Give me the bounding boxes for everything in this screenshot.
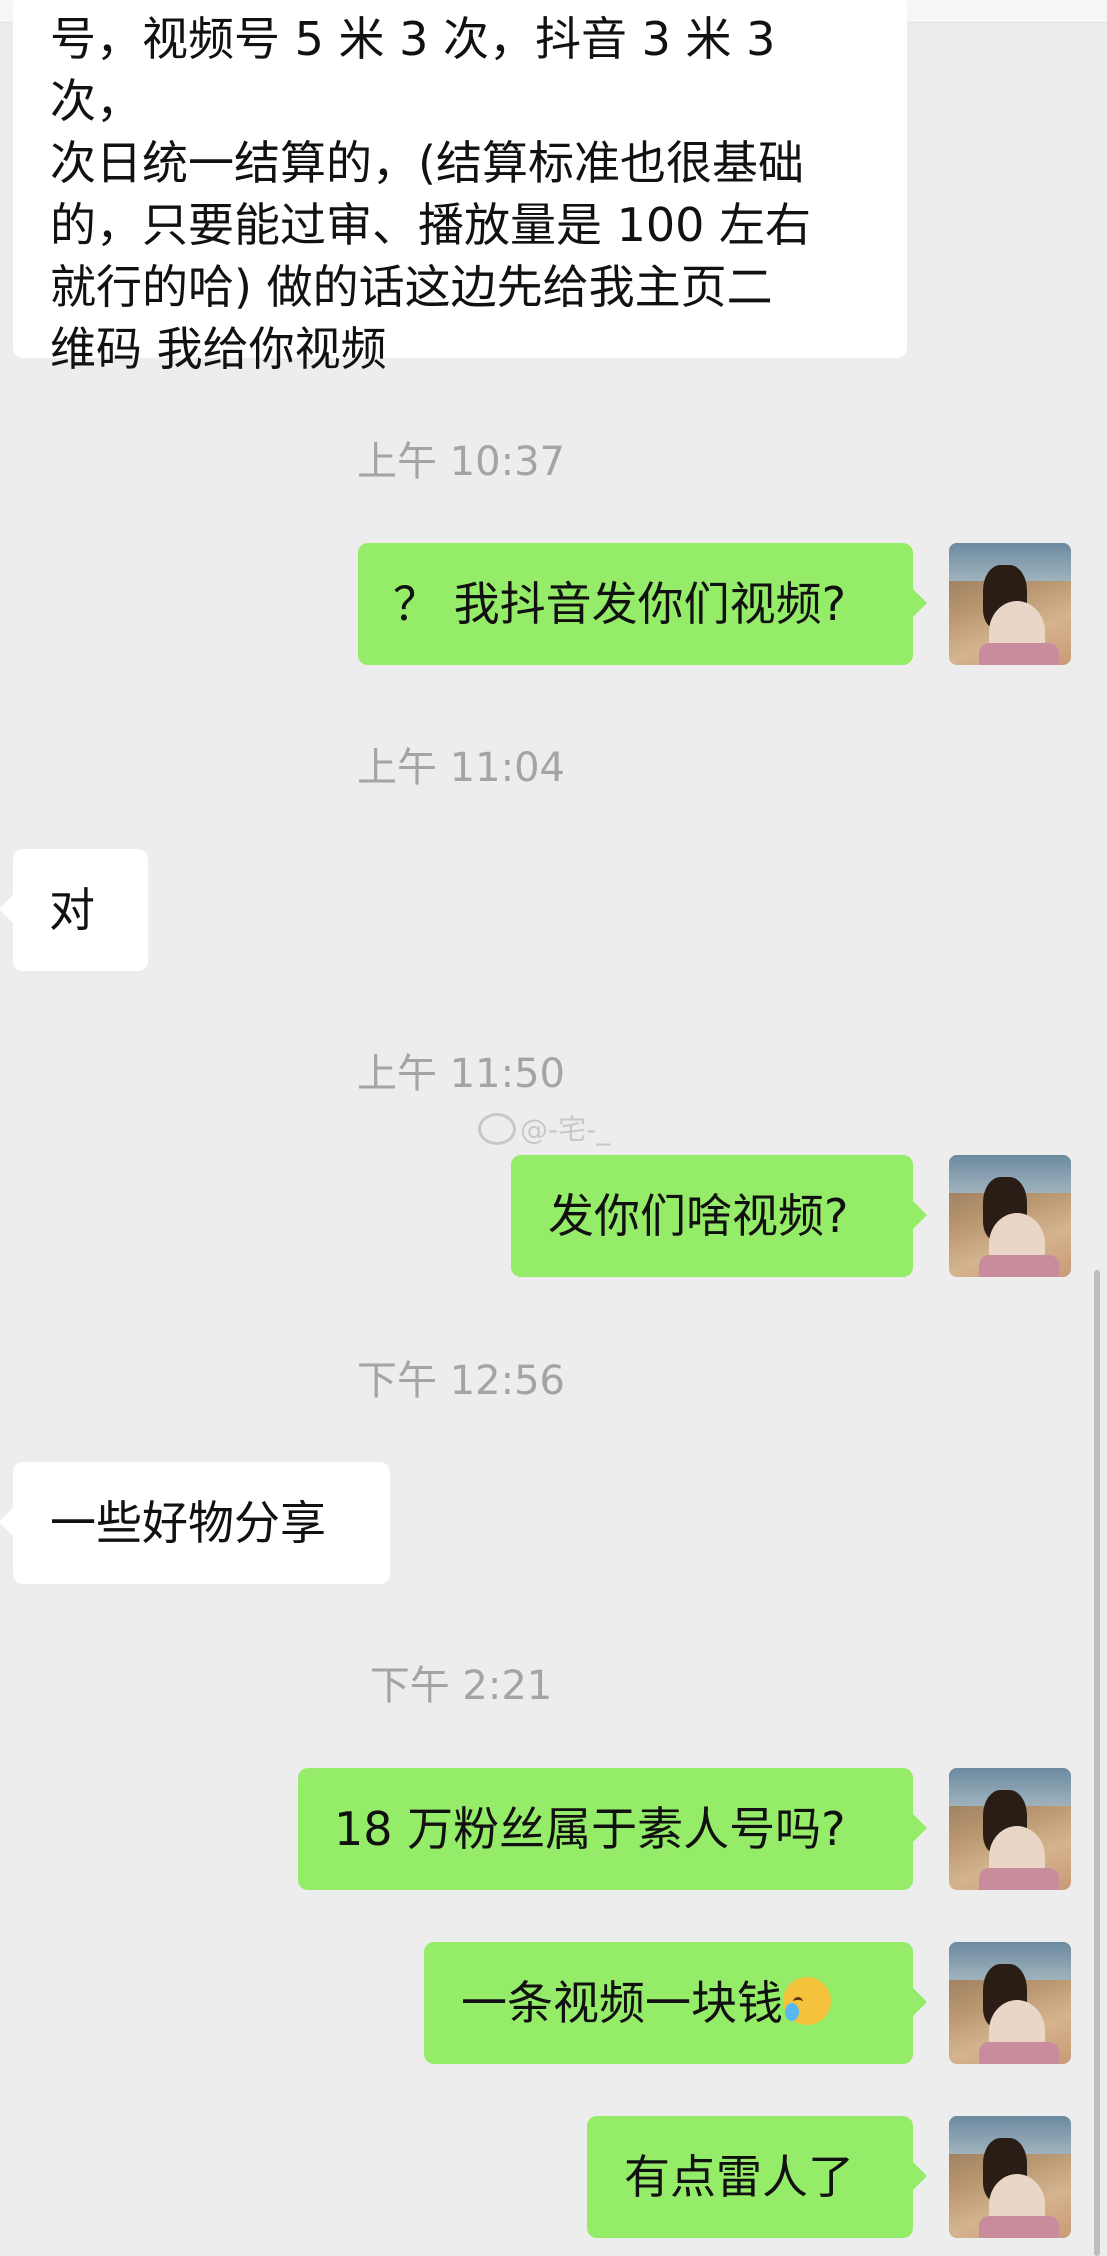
crying-face-icon <box>783 1977 831 2025</box>
message-text: 有点雷人了 <box>624 2150 854 2204</box>
incoming-message-long[interactable]: 号，视频号 5 米 3 次，抖音 3 米 3 次， 次日统一结算的，(结算标准也… <box>13 0 907 376</box>
message-text: 对 <box>49 883 95 937</box>
timestamp: 上午 11:50 <box>357 1051 565 1097</box>
message-line: 就行的哈) 做的话这边先给我主页二 <box>50 260 773 314</box>
weibo-icon <box>478 1113 516 1145</box>
message-text: 发你们啥视频? <box>548 1189 849 1243</box>
outgoing-message[interactable]: 有点雷人了 <box>587 2116 927 2238</box>
message-text: ？ 我抖音发你们视频? <box>393 577 847 631</box>
message-line: 维码 我给你视频 <box>50 322 387 376</box>
message-text: 18 万粉丝属于素人号吗? <box>334 1802 846 1856</box>
outgoing-message[interactable]: 发你们啥视频? <box>511 1155 927 1277</box>
avatar[interactable] <box>949 543 1071 665</box>
watermark-text: @-宅-_ <box>520 1113 611 1146</box>
outgoing-message[interactable]: ？ 我抖音发你们视频? <box>358 543 927 665</box>
message-line: 次日统一结算的，(结算标准也很基础 <box>50 136 804 190</box>
avatar[interactable] <box>949 2116 1071 2238</box>
message-line: 号，视频号 5 米 3 次，抖音 3 米 3 次， <box>50 12 776 128</box>
message-line: 的，只要能过审、播放量是 100 左右 <box>50 198 812 252</box>
timestamp: 下午 2:21 <box>369 1663 553 1709</box>
timestamp: 上午 10:37 <box>357 439 565 485</box>
timestamp: 上午 11:04 <box>357 745 565 791</box>
avatar[interactable] <box>949 1768 1071 1890</box>
avatar[interactable] <box>949 1942 1071 2064</box>
outgoing-message[interactable]: 18 万粉丝属于素人号吗? <box>298 1768 927 1890</box>
message-text: 一条视频一块钱 <box>461 1976 783 2030</box>
incoming-message[interactable]: 对 <box>0 849 148 971</box>
message-text: 一些好物分享 <box>50 1496 326 1550</box>
timestamp: 下午 12:56 <box>357 1358 565 1404</box>
scrollbar[interactable] <box>1094 1270 1100 2256</box>
weibo-watermark: @-宅-_ <box>478 1110 610 1150</box>
incoming-message[interactable]: 一些好物分享 <box>0 1462 390 1584</box>
avatar[interactable] <box>949 1155 1071 1277</box>
outgoing-message[interactable]: 一条视频一块钱 <box>424 1942 927 2064</box>
